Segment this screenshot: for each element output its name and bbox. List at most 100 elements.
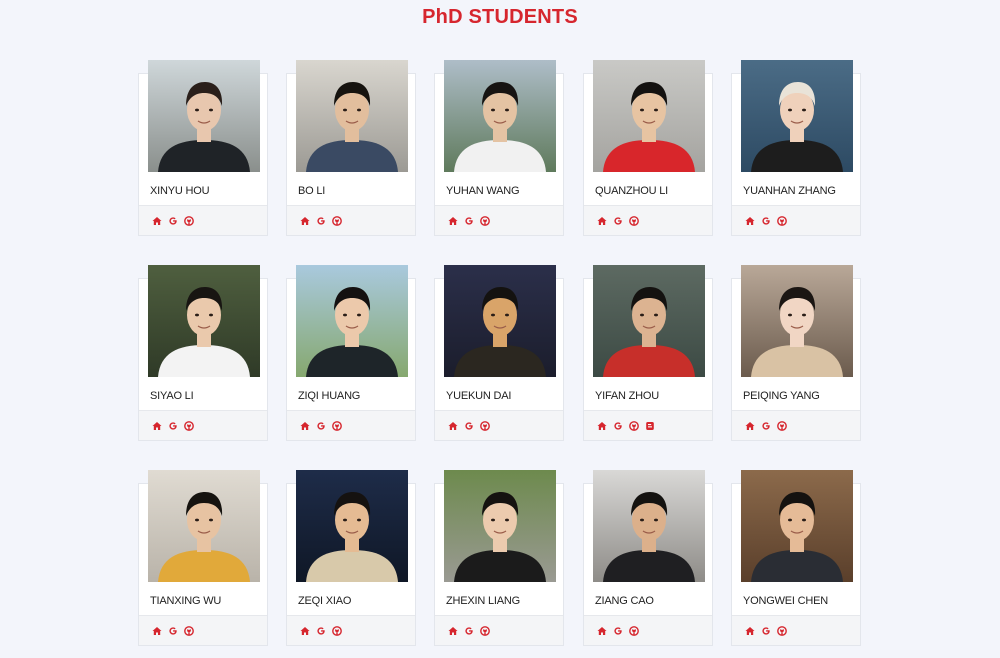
google-scholar-icon[interactable] [613,421,623,431]
google-scholar-icon[interactable] [168,421,178,431]
student-photo [444,470,556,582]
student-card: TIANXING WU [138,470,268,646]
student-card: XINYU HOU [138,60,268,236]
github-icon[interactable] [332,420,342,431]
student-card: ZIQI HUANG [286,265,416,441]
github-icon[interactable] [629,215,639,226]
github-icon[interactable] [480,215,490,226]
google-scholar-icon[interactable] [761,421,771,431]
student-links [287,410,415,440]
google-scholar-icon[interactable] [464,216,474,226]
student-name: SIYAO LI [150,390,194,402]
student-card: PEIQING YANG [731,265,861,441]
home-icon[interactable] [300,626,310,636]
github-icon[interactable] [332,625,342,636]
student-links [435,205,563,235]
student-photo [296,265,408,377]
home-icon[interactable] [300,216,310,226]
student-links [732,410,860,440]
student-card: YUANHAN ZHANG [731,60,861,236]
home-icon[interactable] [597,216,607,226]
github-icon[interactable] [332,215,342,226]
google-scholar-icon[interactable] [761,216,771,226]
student-links [732,615,860,645]
home-icon[interactable] [745,626,755,636]
home-icon[interactable] [448,421,458,431]
google-scholar-icon[interactable] [464,421,474,431]
student-photo [148,60,260,172]
student-photo [148,470,260,582]
github-icon[interactable] [777,215,787,226]
student-name: ZIANG CAO [595,595,654,607]
github-icon[interactable] [184,420,194,431]
github-icon[interactable] [184,215,194,226]
student-photo [593,470,705,582]
student-grid: XINYU HOU BO LI YUHAN WANG QUANZHOU LI Y… [0,0,1000,658]
student-name: ZHEXIN LIANG [446,595,521,607]
student-photo [741,265,853,377]
student-links [584,615,712,645]
github-icon[interactable] [184,625,194,636]
github-icon[interactable] [629,420,639,431]
google-scholar-icon[interactable] [316,421,326,431]
home-icon[interactable] [745,421,755,431]
google-scholar-icon[interactable] [761,626,771,636]
student-links [287,615,415,645]
student-card: YUEKUN DAI [434,265,564,441]
home-icon[interactable] [448,626,458,636]
student-card: YONGWEI CHEN [731,470,861,646]
github-icon[interactable] [629,625,639,636]
student-links [732,205,860,235]
google-scholar-icon[interactable] [316,216,326,226]
student-card: YUHAN WANG [434,60,564,236]
student-card: YIFAN ZHOU [583,265,713,441]
github-icon[interactable] [480,420,490,431]
student-name: TIANXING WU [150,595,222,607]
student-photo [296,470,408,582]
student-name: YIFAN ZHOU [595,390,660,402]
home-icon[interactable] [152,421,162,431]
google-scholar-icon[interactable] [464,626,474,636]
student-name: PEIQING YANG [743,390,820,402]
student-links [584,410,712,440]
student-card: ZIANG CAO [583,470,713,646]
student-card: ZHEXIN LIANG [434,470,564,646]
google-scholar-icon[interactable] [316,626,326,636]
github-icon[interactable] [777,420,787,431]
student-links [435,410,563,440]
student-card: SIYAO LI [138,265,268,441]
blog-icon[interactable] [645,421,655,431]
student-photo [148,265,260,377]
google-scholar-icon[interactable] [168,626,178,636]
home-icon[interactable] [152,216,162,226]
home-icon[interactable] [597,421,607,431]
google-scholar-icon[interactable] [168,216,178,226]
student-name: ZEQI XIAO [298,595,352,607]
github-icon[interactable] [480,625,490,636]
student-name: QUANZHOU LI [595,185,668,197]
student-card: ZEQI XIAO [286,470,416,646]
student-name: XINYU HOU [150,185,210,197]
home-icon[interactable] [597,626,607,636]
student-name: YONGWEI CHEN [743,595,828,607]
home-icon[interactable] [300,421,310,431]
home-icon[interactable] [152,626,162,636]
google-scholar-icon[interactable] [613,626,623,636]
student-links [139,410,267,440]
github-icon[interactable] [777,625,787,636]
student-card: QUANZHOU LI [583,60,713,236]
student-photo [444,265,556,377]
student-links [139,205,267,235]
home-icon[interactable] [448,216,458,226]
student-name: YUEKUN DAI [446,390,512,402]
student-name: YUHAN WANG [446,185,520,197]
student-name: YUANHAN ZHANG [743,185,836,197]
student-links [435,615,563,645]
student-links [139,615,267,645]
google-scholar-icon[interactable] [613,216,623,226]
student-photo [296,60,408,172]
student-photo [444,60,556,172]
student-links [584,205,712,235]
student-links [287,205,415,235]
home-icon[interactable] [745,216,755,226]
